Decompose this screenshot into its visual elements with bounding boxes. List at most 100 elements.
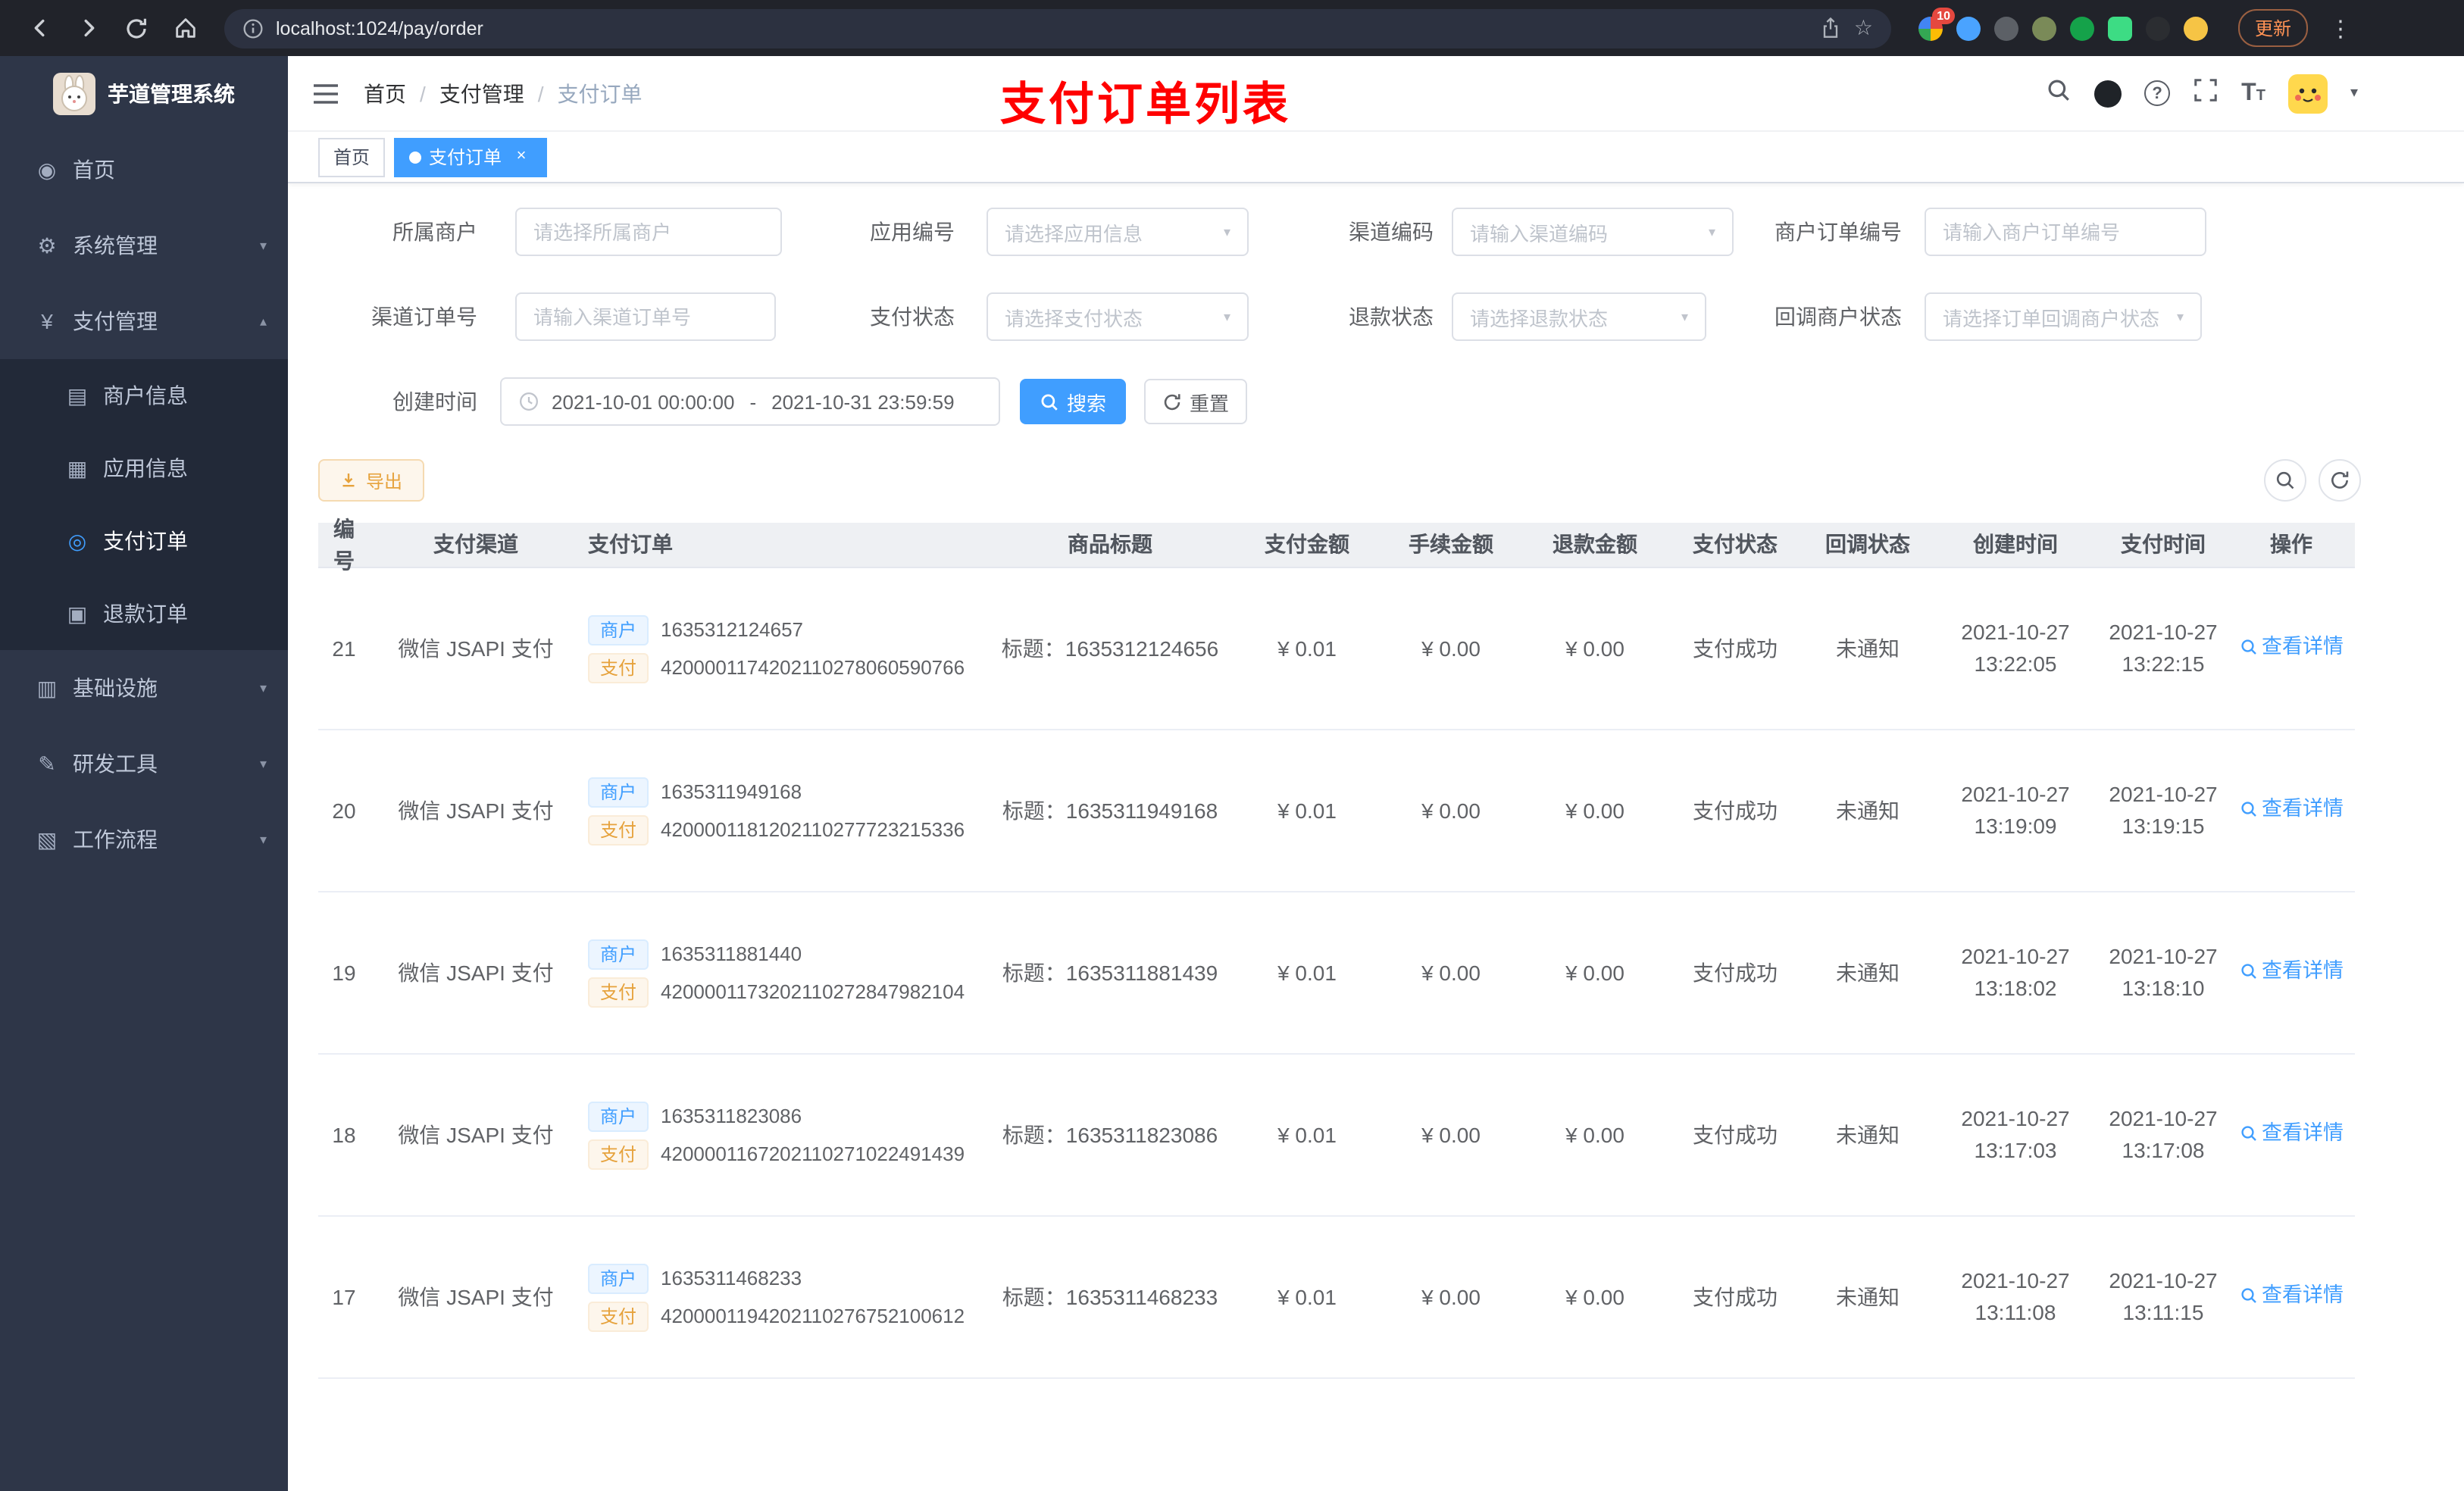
- chevron-down-icon: [1224, 308, 1230, 325]
- view-detail-link[interactable]: 查看详情: [2239, 1280, 2344, 1311]
- cell-title: 标题：1635311949168: [1002, 798, 1218, 822]
- url-bar[interactable]: localhost:1024/pay/order ☆: [224, 8, 1891, 48]
- extension-icon[interactable]: 10: [1918, 7, 1955, 40]
- view-detail-link[interactable]: 查看详情: [2239, 1118, 2344, 1149]
- filter-label-channel-order-no: 渠道订单号: [371, 305, 477, 329]
- search-icon: [2240, 964, 2256, 979]
- fullscreen-icon[interactable]: [2193, 77, 2219, 110]
- sidebar-item-payment[interactable]: ¥ 支付管理: [0, 283, 288, 359]
- merchant-order-no: 1635312124657: [661, 617, 804, 641]
- view-detail-link[interactable]: 查看详情: [2239, 632, 2344, 663]
- home-icon[interactable]: [164, 7, 206, 49]
- view-detail-link[interactable]: 查看详情: [2239, 956, 2344, 987]
- extension-icon[interactable]: [1994, 16, 2018, 40]
- merchant-order-no-input[interactable]: [1925, 208, 2206, 256]
- channel-code-select[interactable]: 请输入渠道编码: [1452, 208, 1734, 256]
- export-button[interactable]: 导出: [318, 459, 424, 502]
- breadcrumb-pay-manage[interactable]: 支付管理: [439, 78, 524, 108]
- col-header-status: 支付状态: [1693, 532, 1778, 556]
- cell-refund: ¥ 0.00: [1565, 960, 1624, 984]
- col-header-title: 商品标题: [1068, 532, 1152, 556]
- reset-button[interactable]: 重置: [1144, 379, 1247, 424]
- merchant-order-no: 1635311949168: [661, 780, 802, 803]
- filter-label-merchant: 所属商户: [392, 220, 477, 244]
- filter-label-create-time: 创建时间: [392, 389, 477, 414]
- cell-notify: 未通知: [1836, 798, 1900, 822]
- create-time-range[interactable]: 2021-10-01 00:00:00 - 2021-10-31 23:59:5…: [500, 377, 1000, 426]
- extension-icon[interactable]: [2108, 16, 2132, 40]
- sidebar-item-refund-order[interactable]: ▣ 退款订单: [0, 577, 288, 650]
- table-row: 商户 1635311517736: [318, 1379, 2355, 1439]
- cell-status: 支付成功: [1693, 1122, 1778, 1146]
- browser-toolbar: localhost:1024/pay/order ☆ 10 更新 ⋮: [0, 0, 2464, 56]
- app-logo[interactable]: 芋道管理系统: [0, 56, 288, 132]
- merchant-order-no: 1635311881440: [661, 942, 802, 965]
- merchant-input[interactable]: [515, 208, 782, 256]
- sidebar-item-workflow[interactable]: ▧ 工作流程: [0, 802, 288, 877]
- refund-status-select[interactable]: 请选择退款状态: [1452, 292, 1706, 341]
- browser-menu-icon[interactable]: ⋮: [2329, 14, 2352, 42]
- sidebar-item-dev-tools[interactable]: ✎ 研发工具: [0, 726, 288, 802]
- view-detail-link[interactable]: 查看详情: [2239, 794, 2344, 825]
- tab-close-icon[interactable]: [511, 146, 532, 167]
- tab-pay-order[interactable]: 支付订单: [394, 137, 548, 177]
- search-icon[interactable]: [2046, 77, 2072, 110]
- app-title: 芋道管理系统: [108, 82, 235, 106]
- site-info-icon[interactable]: [242, 17, 264, 39]
- pay-status-select[interactable]: 请选择支付状态: [987, 292, 1249, 341]
- font-size-icon[interactable]: [2241, 80, 2265, 107]
- sidebar-item-infrastructure[interactable]: ▥ 基础设施: [0, 650, 288, 726]
- help-icon[interactable]: [2144, 80, 2171, 106]
- pay-badge: 支付: [588, 652, 649, 683]
- forward-icon[interactable]: [67, 7, 109, 49]
- cell-actions: 查看详情: [2228, 632, 2355, 665]
- app-select[interactable]: 请选择应用信息: [987, 208, 1249, 256]
- sidebar-item-pay-order[interactable]: ◎ 支付订单: [0, 505, 288, 577]
- sidebar-item-system[interactable]: ⚙ 系统管理: [0, 208, 288, 283]
- back-icon[interactable]: [18, 7, 61, 49]
- browser-update-button[interactable]: 更新: [2238, 9, 2309, 47]
- download-icon: [343, 474, 355, 487]
- cell-amount: ¥ 0.01: [1277, 636, 1337, 660]
- refresh-table-icon[interactable]: [2319, 459, 2361, 502]
- tab-home[interactable]: 首页: [318, 137, 386, 177]
- bookmark-star-icon[interactable]: ☆: [1854, 15, 1873, 41]
- sidebar-item-app-info[interactable]: ▦ 应用信息: [0, 432, 288, 505]
- flow-icon: ▧: [36, 827, 58, 851]
- cell-pay-order: 商户 1635311949168 支付 42000011812021102777…: [582, 769, 985, 852]
- extension-badge: 10: [1932, 7, 1955, 23]
- channel-pay-no: 4200001174202110278060590766: [661, 655, 965, 679]
- cell-actions: 查看详情: [2228, 794, 2355, 827]
- notify-status-select[interactable]: 请选择订单回调商户状态: [1925, 292, 2202, 341]
- cell-refund: ¥ 0.00: [1565, 636, 1624, 660]
- user-menu-caret-icon[interactable]: [2350, 85, 2358, 102]
- cell-amount: ¥ 0.01: [1277, 1284, 1337, 1308]
- date-end: 2021-10-31 23:59:59: [771, 390, 955, 413]
- share-icon[interactable]: [1821, 17, 1842, 39]
- extension-icon[interactable]: [2146, 16, 2170, 40]
- reload-icon[interactable]: [115, 7, 158, 49]
- breadcrumb-home[interactable]: 首页: [364, 78, 406, 108]
- extension-icon[interactable]: [1956, 16, 1981, 40]
- url-text[interactable]: localhost:1024/pay/order: [276, 17, 1809, 39]
- merchant-badge: 商户: [588, 1101, 649, 1131]
- extension-icon[interactable]: [2032, 16, 2056, 40]
- chevron-down-icon: [1709, 223, 1715, 240]
- github-icon[interactable]: [2094, 80, 2122, 107]
- pay-badge: 支付: [588, 977, 649, 1007]
- cell-title: 标题：1635311468233: [1002, 1284, 1218, 1308]
- search-icon: [2240, 639, 2256, 655]
- clock-icon: [518, 391, 539, 412]
- sidebar-item-home[interactable]: ◉ 首页: [0, 132, 288, 208]
- channel-order-no-input[interactable]: [515, 292, 776, 341]
- pencil-icon: ✎: [38, 751, 56, 775]
- user-avatar[interactable]: [2287, 73, 2328, 113]
- filter-label-app: 应用编号: [870, 220, 955, 244]
- collapse-sidebar-icon[interactable]: [312, 81, 339, 105]
- search-button[interactable]: 搜索: [1020, 379, 1126, 424]
- cell-created: 2021-10-27 13:22:05: [1961, 620, 2070, 676]
- profile-avatar[interactable]: [2184, 16, 2208, 40]
- extension-icon[interactable]: [2070, 16, 2094, 40]
- sidebar-item-merchant-info[interactable]: ▤ 商户信息: [0, 359, 288, 432]
- toggle-search-icon[interactable]: [2264, 459, 2306, 502]
